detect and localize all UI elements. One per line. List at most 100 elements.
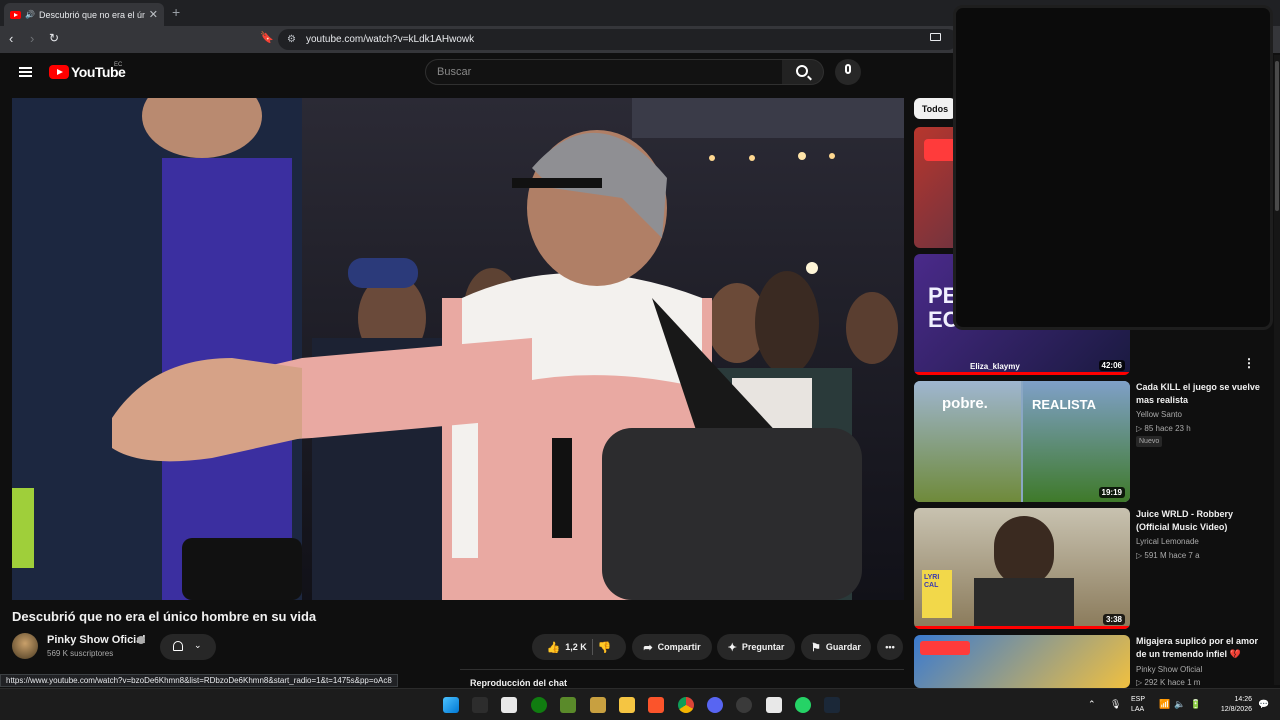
- chevron-down-icon: ⌄: [194, 640, 202, 650]
- microphone-icon: [845, 64, 851, 74]
- battery-icon[interactable]: 🔋: [1190, 699, 1201, 710]
- brave-browser-icon[interactable]: [648, 697, 664, 713]
- language-indicator[interactable]: ESP LAA: [1131, 695, 1145, 715]
- filter-chip-all[interactable]: Todos: [914, 98, 956, 119]
- clock-date: 12/8/2026: [1220, 706, 1252, 713]
- recommendation-meta: ▷ 292 K hace 1 m: [1136, 678, 1201, 687]
- status-bar-url: https://www.youtube.com/watch?v=bzoDe6Kh…: [0, 674, 398, 687]
- save-button[interactable]: ⚑ Guardar: [801, 634, 871, 660]
- thumbnail-right-text: REALISTA: [1032, 397, 1097, 412]
- watch-progress-bar: [914, 626, 1130, 629]
- windows-taskbar: ⌃ 🎙 ESP LAA 📶 🔈 🔋 14:26 12/8/2026 💬: [0, 688, 1280, 720]
- recommendation-title[interactable]: Migajera suplicó por el amor de un treme…: [1136, 635, 1266, 661]
- recommendation-channel[interactable]: Pinky Show Oficial: [1136, 665, 1202, 674]
- recommendation-meta: ▷ 85 hace 23 h: [1136, 424, 1191, 433]
- new-badge: Nuevo: [1136, 436, 1163, 447]
- like-dislike-group: 👍 1,2 K 👎: [532, 634, 626, 660]
- minecraft-icon[interactable]: [560, 697, 576, 713]
- video-player[interactable]: [12, 98, 904, 600]
- back-arrow-icon[interactable]: ‹: [9, 31, 13, 46]
- file-explorer-icon[interactable]: [619, 697, 635, 713]
- more-actions-button[interactable]: •••: [877, 634, 903, 660]
- video-title: Descubrió que no era el único hombre en …: [12, 609, 317, 624]
- sparkle-icon: ✦: [727, 641, 737, 654]
- watch-progress-bar: [914, 372, 1130, 375]
- share-button[interactable]: ➦ Compartir: [632, 634, 712, 660]
- tab-title: Descubrió que no era el únic: [38, 9, 145, 20]
- thumbs-down-icon[interactable]: 👎: [598, 641, 612, 654]
- url-text: youtube.com/watch?v=kLdk1AHwowk: [306, 34, 475, 45]
- recommendation-thumbnail[interactable]: [914, 635, 1130, 688]
- recommendation-title[interactable]: Juice WRLD - Robbery (Official Music Vid…: [1136, 508, 1266, 534]
- recommendation-thumbnail[interactable]: LYRI CAL 3:38: [914, 508, 1130, 629]
- voice-search-button[interactable]: [835, 59, 861, 85]
- video-frame: [12, 98, 904, 600]
- recommendation-title[interactable]: Cada KILL el juego se vuelve mas realist…: [1136, 381, 1266, 407]
- save-label: Guardar: [825, 642, 861, 652]
- recommendation-channel[interactable]: Yellow Santo: [1136, 410, 1182, 419]
- ask-label: Preguntar: [741, 642, 785, 652]
- new-tab-button[interactable]: +: [172, 4, 180, 20]
- youtube-logo-icon[interactable]: [49, 65, 69, 79]
- address-bar[interactable]: ⚙ youtube.com/watch?v=kLdk1AHwowk: [278, 29, 958, 50]
- notification-icon[interactable]: 💬: [1258, 699, 1269, 710]
- bookmark-icon[interactable]: 🔖: [260, 31, 274, 44]
- whatsapp-icon[interactable]: [795, 697, 811, 713]
- cast-icon[interactable]: [930, 33, 941, 41]
- keyboard-layout: LAA: [1131, 706, 1145, 713]
- video-duration: 19:19: [1098, 487, 1125, 498]
- game-launcher-icon[interactable]: [590, 697, 606, 713]
- youtube-favicon-icon: [10, 10, 21, 19]
- steam-icon[interactable]: [824, 697, 840, 713]
- thumbs-up-icon[interactable]: 👍: [547, 641, 561, 654]
- microphone-tray-icon[interactable]: 🎙: [1110, 699, 1121, 710]
- search-button[interactable]: [782, 59, 824, 85]
- language-code: ESP: [1131, 696, 1146, 703]
- recommendation-thumbnail[interactable]: pobre. REALISTA 19:19: [914, 381, 1130, 502]
- lyrical-lemonade-logo: LYRI CAL: [922, 570, 952, 618]
- channel-avatar[interactable]: [12, 633, 38, 659]
- like-count[interactable]: 1,2 K: [565, 642, 587, 652]
- thumbnail-person: [994, 516, 1054, 586]
- xbox-icon[interactable]: [531, 697, 547, 713]
- ask-button[interactable]: ✦ Preguntar: [717, 634, 795, 660]
- forward-arrow-icon[interactable]: ›: [30, 31, 34, 46]
- capcut-icon[interactable]: [766, 697, 782, 713]
- hamburger-menu-icon[interactable]: [19, 67, 32, 77]
- reload-icon[interactable]: ↻: [49, 31, 59, 45]
- wifi-icon[interactable]: 📶: [1159, 699, 1170, 710]
- thumbnail-left-text: pobre.: [942, 395, 988, 412]
- more-horizontal-icon: •••: [885, 642, 895, 652]
- video-duration: 3:38: [1102, 614, 1125, 625]
- chevron-up-icon[interactable]: ⌃: [1088, 699, 1096, 710]
- windows-start-icon[interactable]: [443, 697, 459, 713]
- site-info-icon[interactable]: ⚙: [287, 34, 296, 45]
- store-icon[interactable]: [501, 697, 517, 713]
- search-icon: [796, 65, 808, 77]
- app-with-notification-icon[interactable]: [736, 697, 752, 713]
- discord-icon[interactable]: [707, 697, 723, 713]
- widgets-icon[interactable]: [472, 697, 488, 713]
- scrollbar-thumb[interactable]: [1275, 61, 1279, 211]
- speaker-icon: 🔊: [25, 10, 35, 19]
- streamer-tag: Eliza_klaymy: [970, 362, 1020, 371]
- clock[interactable]: 14:26 12/8/2026: [1212, 695, 1252, 715]
- more-vertical-icon[interactable]: ⋮: [1243, 356, 1255, 370]
- thumbnail-suit: [974, 578, 1074, 629]
- like-divider: [591, 639, 593, 655]
- video-duration: 42:06: [1098, 360, 1125, 371]
- tab-close-button[interactable]: ✕: [149, 8, 158, 21]
- country-code: EC: [114, 62, 123, 68]
- clock-time: 14:26: [1234, 696, 1252, 703]
- floating-overlay-window[interactable]: [953, 5, 1273, 330]
- browser-tab[interactable]: 🔊 Descubrió que no era el únic ✕: [4, 3, 164, 26]
- channel-name[interactable]: Pinky Show Oficial: [47, 634, 145, 646]
- search-input[interactable]: Buscar: [425, 59, 783, 85]
- chrome-icon[interactable]: [678, 697, 694, 713]
- bell-icon: [173, 641, 183, 651]
- notifications-bell-button[interactable]: ⌄: [160, 634, 216, 660]
- recommendation-meta: ▷ 591 M hace 7 a: [1136, 551, 1200, 560]
- volume-icon[interactable]: 🔈: [1174, 699, 1185, 710]
- page-scrollbar[interactable]: [1274, 55, 1280, 685]
- recommendation-channel[interactable]: Lyrical Lemonade: [1136, 537, 1199, 546]
